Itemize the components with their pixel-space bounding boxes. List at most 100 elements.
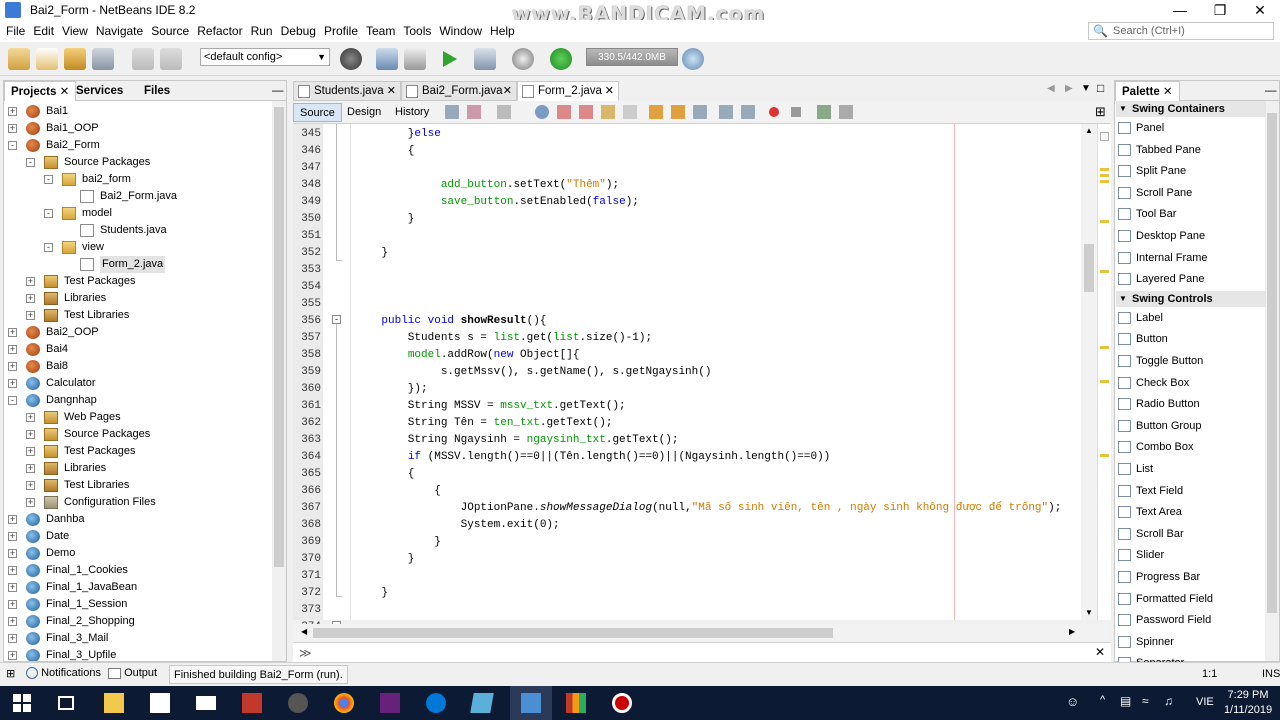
bandicam-icon[interactable] xyxy=(612,693,632,713)
collapse-icon[interactable]: - xyxy=(26,158,35,167)
menu-team[interactable]: Team xyxy=(362,20,399,42)
tree-node[interactable]: - view xyxy=(44,239,272,256)
gc-icon[interactable] xyxy=(682,48,704,70)
tree-node[interactable]: + Web Pages xyxy=(26,409,266,426)
task-view-icon[interactable] xyxy=(58,696,74,710)
scroll-up-icon[interactable]: ▲ xyxy=(1085,126,1093,135)
target-platform-icon[interactable] xyxy=(340,48,362,70)
expand-icon[interactable]: + xyxy=(8,379,17,388)
expand-icon[interactable]: + xyxy=(8,515,17,524)
tree-node[interactable]: + Libraries xyxy=(26,290,266,307)
network-icon[interactable]: ▤ xyxy=(1120,694,1131,708)
code-line[interactable]: } xyxy=(355,211,415,228)
menu-source[interactable]: Source xyxy=(147,20,193,42)
menu-help[interactable]: Help xyxy=(486,20,519,42)
tree-node[interactable]: + Final_3_Mail xyxy=(8,630,248,647)
profile-icon[interactable] xyxy=(512,48,534,70)
tree-node[interactable]: - Source Packages xyxy=(26,154,266,171)
tab-files[interactable]: Files xyxy=(138,81,176,101)
maximize-editor-icon[interactable]: □ xyxy=(1097,81,1104,95)
expand-icon[interactable]: + xyxy=(26,430,35,439)
expand-icon[interactable]: + xyxy=(26,481,35,490)
tab-bai2-form-java[interactable]: Bai2_Form.java ✕ xyxy=(401,81,517,101)
tree-node[interactable]: + Danhba xyxy=(8,511,248,528)
close-icon[interactable]: ✕ xyxy=(1095,645,1105,659)
scroll-tabs-left-icon[interactable]: ◀ xyxy=(1047,83,1055,94)
uncomment-icon[interactable] xyxy=(839,105,853,119)
code-editor[interactable]: }else { add_button.setText("Thêm"); save… xyxy=(351,124,1081,620)
palette-item[interactable]: Spinner xyxy=(1116,632,1266,653)
palette-item[interactable]: Formatted Field xyxy=(1116,589,1266,610)
toggle-rect-selection-icon[interactable] xyxy=(623,105,637,119)
close-icon[interactable]: ✕ xyxy=(503,82,512,101)
tab-services[interactable]: Services xyxy=(70,81,129,101)
menu-navigate[interactable]: Navigate xyxy=(92,20,147,42)
code-line[interactable]: { xyxy=(355,483,441,500)
palette-item[interactable]: Check Box xyxy=(1116,373,1266,394)
code-line[interactable]: String Ngaysinh = ngaysinh_txt.getText()… xyxy=(355,432,679,449)
shift-right-icon[interactable] xyxy=(741,105,755,119)
expand-icon[interactable]: + xyxy=(26,311,35,320)
palette-item[interactable]: List xyxy=(1116,459,1266,480)
palette-item[interactable]: Slider xyxy=(1116,545,1266,566)
tree-node[interactable]: - Dangnhap xyxy=(8,392,248,409)
expand-icon[interactable]: + xyxy=(8,566,17,575)
close-icon[interactable]: ✕ xyxy=(387,82,396,101)
close-window-button[interactable]: ✕ xyxy=(1240,0,1280,20)
tree-node[interactable]: - Bai2_Form xyxy=(8,137,248,154)
editor-scroll-thumb[interactable] xyxy=(1084,244,1094,292)
palette-item[interactable]: Toggle Button xyxy=(1116,351,1266,372)
warning-mark[interactable] xyxy=(1100,220,1109,223)
code-line[interactable]: public void showResult(){ xyxy=(355,313,546,330)
expand-icon[interactable]: + xyxy=(8,124,17,133)
design-mode-button[interactable]: Design xyxy=(341,103,387,122)
clock[interactable]: 7:29 PM 1/11/2019 xyxy=(1222,688,1274,718)
app-icon[interactable] xyxy=(470,693,494,713)
warning-mark[interactable] xyxy=(1100,380,1109,383)
tab-palette[interactable]: Palette ✕ xyxy=(1115,81,1180,101)
palette-item[interactable]: Tabbed Pane xyxy=(1116,140,1266,161)
code-line[interactable]: String Tên = ten_txt.getText(); xyxy=(355,415,613,432)
menu-run[interactable]: Run xyxy=(247,20,277,42)
warning-mark[interactable] xyxy=(1100,454,1109,457)
tree-node[interactable]: Students.java xyxy=(62,222,272,239)
memory-indicator[interactable]: 330.5/442.0MB xyxy=(586,48,678,66)
palette-item[interactable]: Button xyxy=(1116,329,1266,350)
palette-item[interactable]: Button Group xyxy=(1116,416,1266,437)
warning-mark[interactable] xyxy=(1100,270,1109,273)
find-icon[interactable] xyxy=(535,105,549,119)
close-icon[interactable]: ✕ xyxy=(605,82,614,101)
minimize-button[interactable]: — xyxy=(1160,0,1200,20)
tree-node[interactable]: + Final_3_Upfile xyxy=(8,647,248,661)
editor-vertical-scrollbar[interactable]: ▲ ▼ xyxy=(1081,124,1097,620)
scroll-left-icon[interactable]: ◀ xyxy=(301,627,307,636)
undo-icon[interactable] xyxy=(132,48,154,70)
tree-node[interactable]: + Configuration Files xyxy=(26,494,266,511)
tab-students-java[interactable]: Students.java ✕ xyxy=(293,81,401,101)
visual-studio-icon[interactable] xyxy=(380,693,400,713)
wifi-icon[interactable]: ≈ xyxy=(1142,694,1149,708)
show-opened-documents-icon[interactable]: ▼ xyxy=(1081,83,1091,94)
palette-item[interactable]: Radio Button xyxy=(1116,394,1266,415)
tree-node[interactable]: + Bai1_OOP xyxy=(8,120,248,137)
forward-icon[interactable] xyxy=(497,105,511,119)
comment-icon[interactable] xyxy=(817,105,831,119)
palette-item[interactable]: Panel xyxy=(1116,118,1266,139)
palette-item[interactable]: Combo Box xyxy=(1116,437,1266,458)
tree-node[interactable]: + Bai2_OOP xyxy=(8,324,248,341)
last-edit-icon[interactable] xyxy=(445,105,459,119)
scroll-down-icon[interactable]: ▼ xyxy=(1085,608,1093,617)
apply-code-changes-icon[interactable] xyxy=(550,48,572,70)
tree-node[interactable]: + Test Libraries xyxy=(26,477,266,494)
tree-node[interactable]: + Date xyxy=(8,528,248,545)
palette-item[interactable]: Scroll Pane xyxy=(1116,183,1266,204)
show-hidden-icons-icon[interactable]: ^ xyxy=(1100,694,1105,706)
tree-node[interactable]: - model xyxy=(44,205,272,222)
build-icon[interactable] xyxy=(376,48,398,70)
tree-node[interactable]: + Final_2_Shopping xyxy=(8,613,248,630)
palette-item[interactable]: Progress Bar xyxy=(1116,567,1266,588)
tab-form-2-java[interactable]: Form_2.java ✕ xyxy=(517,81,619,101)
expand-icon[interactable]: + xyxy=(8,328,17,337)
palette-item[interactable]: Internal Frame xyxy=(1116,248,1266,269)
back-icon[interactable] xyxy=(467,105,481,119)
